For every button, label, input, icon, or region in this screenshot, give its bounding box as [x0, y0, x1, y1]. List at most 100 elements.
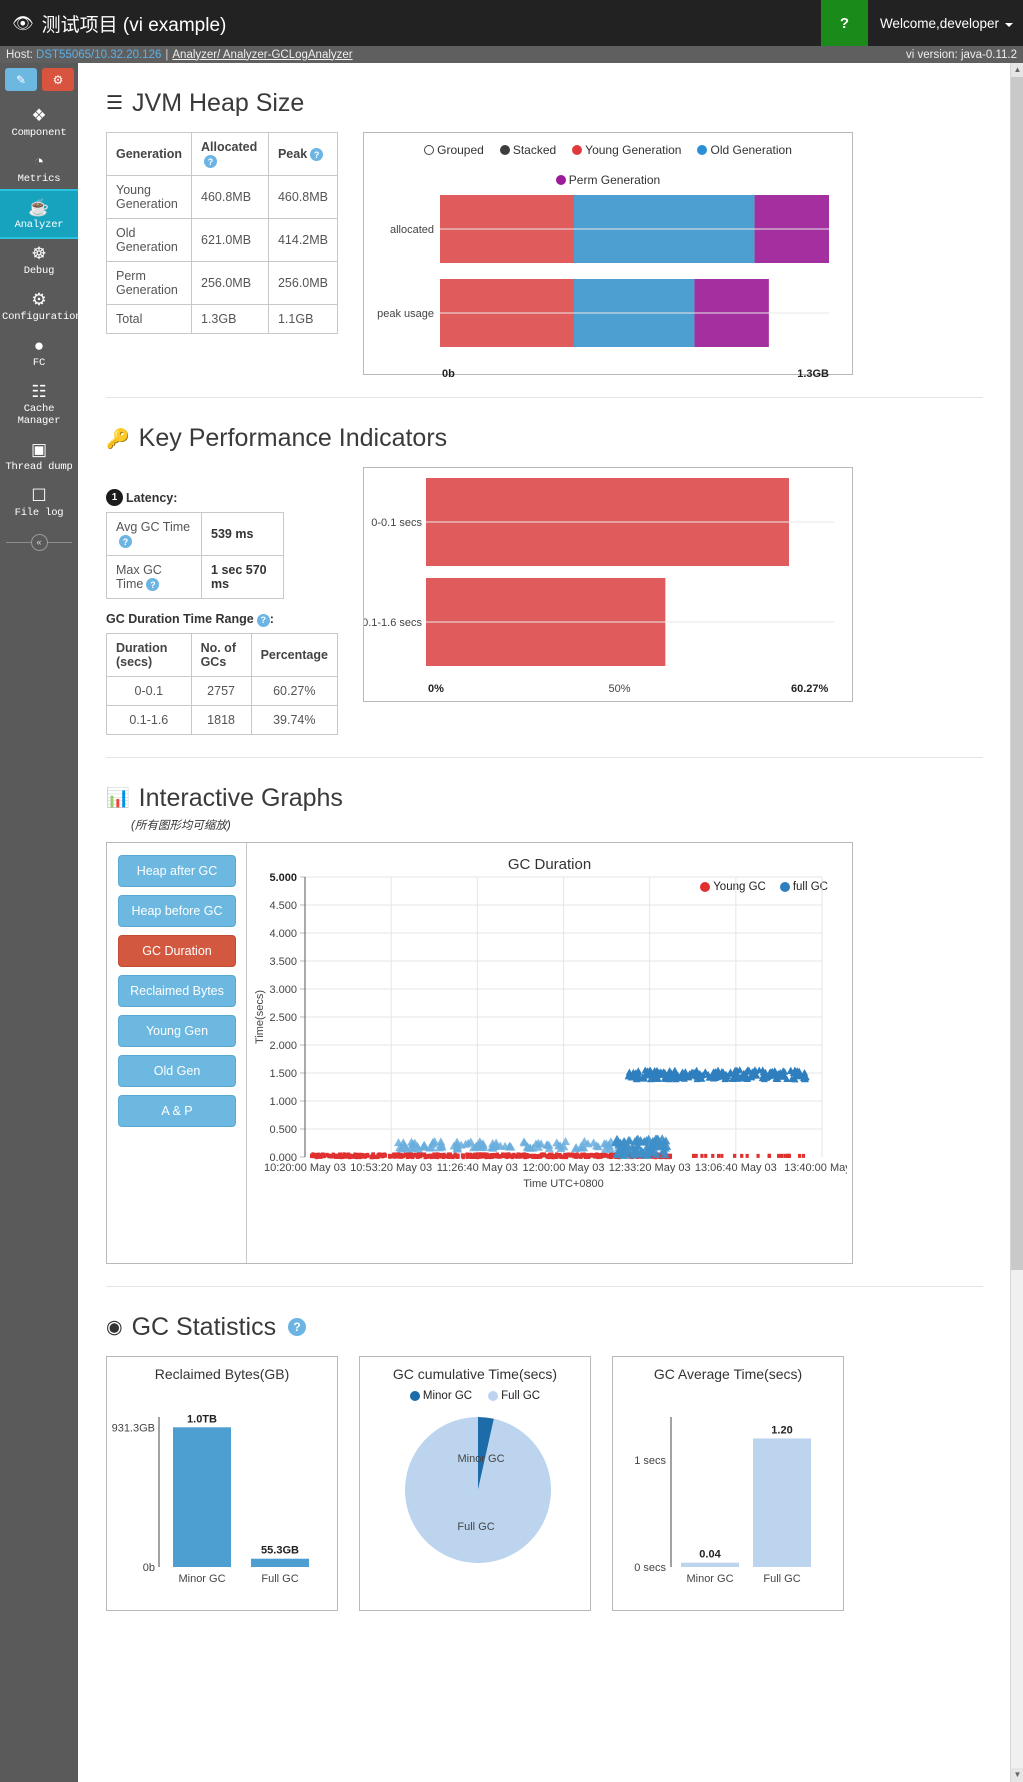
- y-axis-tick: 0b: [143, 1562, 155, 1574]
- chevron-down-icon: [1005, 22, 1013, 27]
- column-header-text: Allocated: [201, 140, 258, 154]
- sidebar-item-analyzer[interactable]: ☕ Analyzer: [0, 189, 80, 239]
- kpi-title: 🔑 Key Performance Indicators: [106, 424, 983, 453]
- reclaimed-bytes-chart-panel[interactable]: Reclaimed Bytes(GB) 0b 931.3GB 1.0TB Minor …: [106, 1355, 338, 1611]
- data-point: [583, 1152, 587, 1158]
- y-axis-tick: 5.000: [269, 872, 297, 884]
- page-scrollbar[interactable]: ▲ ▼: [1010, 63, 1023, 1782]
- latency-label: Latency:: [126, 490, 178, 505]
- graph-button-young-gen[interactable]: Young Gen: [118, 1014, 236, 1047]
- table-cell: 1.1GB: [267, 304, 339, 335]
- scrollbar-up-arrow[interactable]: ▲: [1011, 63, 1023, 77]
- data-point: [352, 1153, 357, 1159]
- help-icon[interactable]: ?: [204, 155, 217, 169]
- help-icon[interactable]: ?: [256, 613, 270, 627]
- sidebar-item-file-log[interactable]: ☐ File log: [0, 479, 78, 525]
- dashboard-icon: ◔: [33, 152, 45, 171]
- gc-statistics-title: ◉ GC Statistics ?: [106, 1313, 983, 1342]
- sidebar-item-configuration[interactable]: ⚙ Configuration: [0, 283, 82, 329]
- legend-minor-gc[interactable]: Minor GC: [409, 1390, 472, 1402]
- pie-slice[interactable]: [405, 1416, 551, 1563]
- sidebar-items: ❖ Component ◔ Metrics ☕ Analyzer ☸ Debug ⚙ Config…: [0, 99, 82, 525]
- graph-button-reclaimed-bytes[interactable]: Reclaimed Bytes: [118, 974, 236, 1007]
- edit-button[interactable]: ✎: [5, 68, 37, 91]
- data-point: [436, 1152, 440, 1157]
- sidebar-item-label: Cache Manager: [17, 403, 61, 427]
- sidebar-item-component[interactable]: ❖ Component: [0, 99, 78, 145]
- help-icon[interactable]: ?: [146, 578, 160, 592]
- sidebar-item-label: File log: [14, 507, 64, 519]
- legend-stacked[interactable]: Stacked: [499, 143, 556, 157]
- data-point: [550, 1154, 554, 1159]
- sidebar-item-cache-manager[interactable]: ☷ Cache Manager: [0, 375, 78, 433]
- bar[interactable]: [753, 1438, 811, 1567]
- legend-perm-generation[interactable]: Perm Generation: [374, 173, 842, 187]
- data-point: [376, 1154, 380, 1159]
- data-point: [331, 1152, 335, 1157]
- data-point: [325, 1152, 329, 1157]
- compass-icon: ◉: [106, 1316, 123, 1338]
- breadcrumb[interactable]: Analyzer/ Analyzer-GCLogAnalyzer: [172, 49, 352, 61]
- y-axis-tick: 0 secs: [634, 1562, 666, 1574]
- y-axis-tick: 1.500: [269, 1068, 297, 1080]
- category-label: allocated: [390, 224, 434, 236]
- bar[interactable]: [681, 1562, 739, 1567]
- legend-young-generation[interactable]: Young Generation: [572, 143, 681, 157]
- graph-button-heap-after-gc[interactable]: Heap after GC: [118, 854, 236, 887]
- gc-duration-graph-area[interactable]: GC Duration Young GC full GC 0.000 0.500 1…: [247, 843, 852, 1263]
- bar-value-label: 0.04: [699, 1548, 721, 1560]
- data-point: [518, 1153, 522, 1159]
- settings-button[interactable]: ⚙: [42, 68, 74, 91]
- table-row: Avg GC Time? 539 ms: [105, 511, 284, 557]
- scrollbar-thumb[interactable]: [1011, 77, 1023, 1270]
- data-point: [461, 1154, 465, 1159]
- kpi-chart-panel[interactable]: 0-0.1 secs 0.1-1.6 secs 0% 50% 60.27%: [362, 467, 853, 702]
- data-point: [423, 1154, 427, 1159]
- scrollbar-down-arrow[interactable]: ▼: [1011, 1768, 1023, 1782]
- gc-average-time-chart-panel[interactable]: GC Average Time(secs) 0 secs 1 secs 0.04 Mi…: [612, 1355, 844, 1611]
- graph-button-gc-duration[interactable]: GC Duration: [118, 934, 236, 967]
- database-icon: ☷: [31, 382, 47, 401]
- main-content: ☰ JVM Heap Size Generation Allocated? Peak…: [78, 63, 1013, 1782]
- host-value[interactable]: DST55065/10.32.20.126: [36, 49, 161, 61]
- sidebar-item-fc[interactable]: ● FC: [0, 329, 78, 375]
- sidebar-item-debug[interactable]: ☸ Debug: [0, 237, 78, 283]
- table-cell: 0.1-1.6: [106, 704, 192, 735]
- sidebar-item-thread-dump[interactable]: ▣ Thread dump: [0, 433, 78, 479]
- graph-button-old-gen[interactable]: Old Gen: [118, 1054, 236, 1087]
- help-icon[interactable]: ?: [310, 148, 324, 162]
- legend-grouped[interactable]: Grouped: [424, 143, 484, 157]
- data-point: [448, 1152, 452, 1157]
- sidebar-collapse-toggle[interactable]: «: [0, 531, 78, 553]
- gc-cumulative-time-chart-panel[interactable]: GC cumulative Time(secs) Minor GC Full G…: [359, 1355, 591, 1611]
- data-point: [610, 1152, 614, 1158]
- cube-icon: ❖: [31, 106, 47, 125]
- y-axis-tick: 4.500: [269, 900, 297, 912]
- sidebar-item-metrics[interactable]: ◔ Metrics: [0, 145, 78, 191]
- eye-icon: 👁: [12, 13, 34, 33]
- legend-old-generation[interactable]: Old Generation: [697, 143, 792, 157]
- table-cell: 39.74%: [250, 704, 339, 735]
- table-cell: 2757: [190, 675, 252, 706]
- data-point: [362, 1153, 366, 1158]
- help-button[interactable]: ?: [820, 0, 868, 46]
- graph-button-a-p[interactable]: A & P: [118, 1094, 236, 1127]
- data-point: [716, 1153, 721, 1158]
- table-row: Max GC Time? 1 sec 570 ms: [105, 555, 284, 600]
- jvm-heap-title: ☰ JVM Heap Size: [106, 89, 983, 118]
- jvm-heap-chart-panel[interactable]: Grouped Stacked Young Generation Old Gen…: [363, 132, 853, 380]
- y-axis-tick: 3.000: [269, 984, 297, 996]
- bar[interactable]: [251, 1558, 309, 1567]
- latency-metric-label-text: Avg GC Time: [116, 520, 191, 534]
- bar[interactable]: [173, 1426, 231, 1567]
- legend-full-gc[interactable]: Full GC: [488, 1390, 540, 1402]
- help-icon[interactable]: ?: [119, 535, 132, 549]
- graph-button-heap-before-gc[interactable]: Heap before GC: [118, 894, 236, 927]
- legend-swatch-icon: [488, 1390, 499, 1401]
- data-point: [504, 1153, 508, 1158]
- user-menu[interactable]: Welcome,developer: [868, 0, 1023, 46]
- help-icon[interactable]: ?: [288, 1318, 307, 1337]
- table-cell: Total: [106, 304, 192, 335]
- data-point: [433, 1154, 437, 1159]
- column-header: Peak?: [267, 131, 339, 177]
